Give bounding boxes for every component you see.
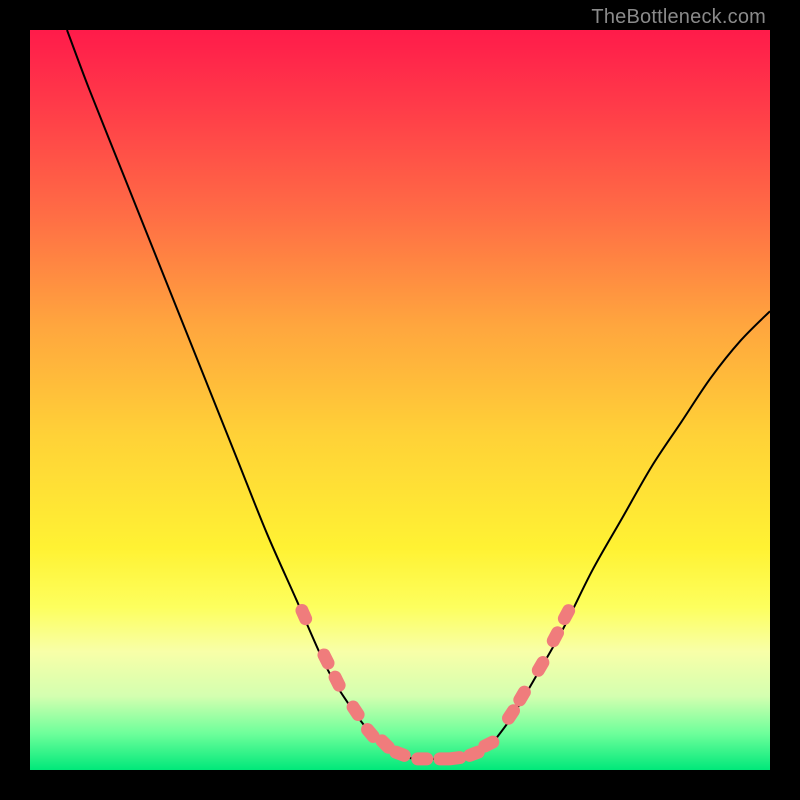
highlight-markers [293,602,577,766]
marker-pill [293,602,314,627]
chart-svg [30,30,770,770]
bottleneck-curve [67,30,770,759]
marker-pill [411,752,433,765]
chart-frame: TheBottleneck.com [0,0,800,800]
marker-pill [529,654,551,680]
watermark-text: TheBottleneck.com [591,6,766,29]
